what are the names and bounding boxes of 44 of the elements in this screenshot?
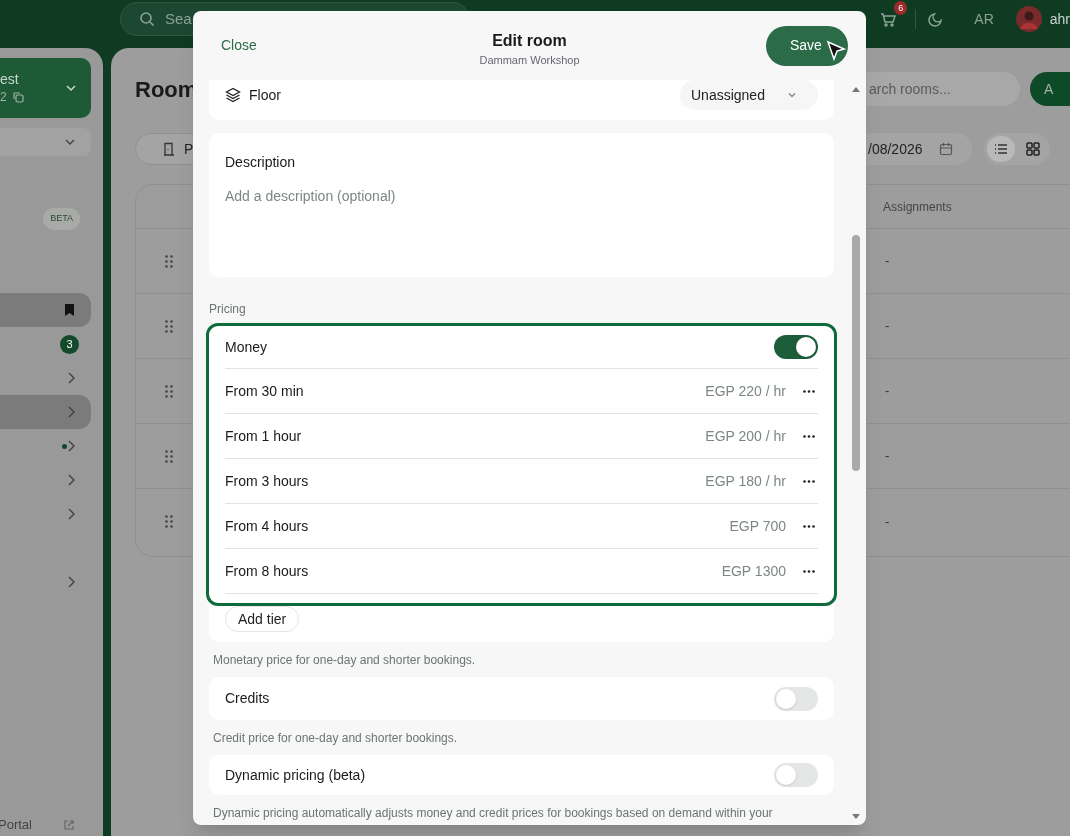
description-field[interactable]: Description Add a description (optional) [209,133,834,277]
date-value: /08/2026 [868,139,923,159]
tier-price: EGP 220 / hr [705,381,786,401]
search-placeholder: Sea [165,8,192,29]
workspace-code: 2 [0,89,7,106]
tier-label: From 8 hours [225,561,309,581]
money-label: Money [225,337,268,357]
tier-label: From 30 min [225,381,304,401]
user-name: ahr [1049,9,1070,29]
table-cell-text: - [884,447,891,466]
tier-price: EGP 180 / hr [705,471,786,491]
tier-price: EGP 1300 [721,561,786,581]
workspace-name: est [0,70,20,88]
description-label: Description [225,153,297,172]
help-text: Credit price for one-day and shorter bookings. [213,730,459,747]
count-badge: 3 [60,334,79,354]
dialog-title: Edit room [492,31,567,51]
section-label: Pricing [209,302,247,316]
description-input[interactable]: Add a description (optional) [225,186,818,277]
help-text: Dynamic pricing automatically adjusts money and credit prices for bookings based on demand within your [213,805,774,822]
tier-label: From 3 hours [225,471,309,491]
tier-price: EGP 700 [729,516,786,536]
column-header: Assignments [883,198,953,216]
dialog-subtitle: Dammam Workshop [479,53,580,68]
floor-label: Floor [249,85,281,105]
language-button[interactable]: AR [974,8,994,30]
close-button[interactable]: Close [221,35,257,56]
tier-label: From 1 hour [225,426,302,446]
beta-badge: BETA [43,208,80,230]
save-button[interactable]: Save [766,25,848,66]
table-cell-text: - [884,317,891,336]
add-button[interactable]: A [1030,72,1070,106]
table-cell-text: - [884,382,891,401]
tier-price: EGP 200 / hr [705,426,786,446]
table-cell-text: - [884,512,891,531]
tier-label: From 4 hours [225,516,309,536]
table-cell-text: - [884,252,891,271]
search-placeholder: arch rooms... [869,79,951,99]
help-text: Monetary price for one-day and shorter bookings. [213,652,477,669]
option-label: Dynamic pricing (beta) [225,765,366,785]
floor-select[interactable]: Unassigned [680,80,818,110]
option-label: Credits [225,689,270,708]
notification-badge: 6 [894,1,908,15]
workspace-card[interactable]: est 2 [0,58,91,118]
